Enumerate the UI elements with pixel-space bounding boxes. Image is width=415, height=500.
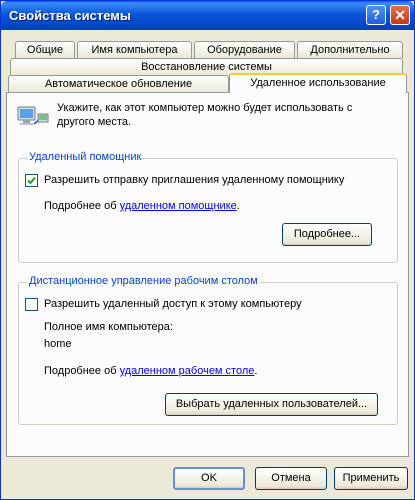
tab-general[interactable]: Общие — [15, 41, 75, 58]
remote-assistance-checkbox-label[interactable]: Разрешить отправку приглашения удаленном… — [44, 174, 344, 186]
remote-assistance-advanced-button[interactable]: Подробнее... — [282, 223, 372, 246]
remote-assistance-more-prefix: Подробнее об — [44, 200, 120, 212]
ok-button[interactable]: OK — [173, 467, 245, 490]
tab-computer-name[interactable]: Имя компьютера — [77, 41, 192, 58]
remote-computer-icon — [17, 104, 49, 132]
remote-desktop-checkbox[interactable] — [25, 298, 38, 311]
intro-text-line2: другого места. — [57, 116, 132, 128]
remote-desktop-legend: Дистанционное управление рабочим столом — [27, 275, 260, 287]
computer-name-value: home — [44, 338, 72, 350]
close-button[interactable]: ✕ — [390, 5, 410, 25]
tab-panel-remote: Укажите, как этот компьютер можно будет … — [6, 92, 409, 457]
remote-desktop-more-prefix: Подробнее об — [44, 365, 120, 377]
help-button[interactable]: ? — [366, 5, 386, 25]
remote-desktop-link[interactable]: удаленном рабочем столе — [120, 365, 255, 377]
tab-hardware[interactable]: Оборудование — [194, 41, 295, 58]
remote-assistance-more-line: Подробнее об удаленном помощнике. — [44, 200, 240, 212]
cancel-button[interactable]: Отмена — [255, 467, 327, 490]
remote-assistance-checkbox[interactable] — [25, 174, 38, 187]
select-remote-users-button[interactable]: Выбрать удаленных пользователей... — [165, 393, 378, 416]
computer-name-label: Полное имя компьютера: — [44, 321, 173, 333]
remote-desktop-group: Дистанционное управление рабочим столом … — [18, 275, 398, 425]
tab-automatic-updates[interactable]: Автоматическое обновление — [8, 75, 229, 92]
remote-desktop-more-line: Подробнее об удаленном рабочем столе. — [44, 365, 257, 377]
remote-desktop-more-suffix: . — [254, 365, 258, 377]
system-properties-window: Свойства системы ? ✕ Общие Имя компьютер… — [0, 0, 415, 500]
remote-assistance-more-suffix: . — [236, 200, 240, 212]
intro-text-line1: Укажите, как этот компьютер можно будет … — [57, 102, 353, 114]
title-bar[interactable]: Свойства системы ? ✕ — [1, 1, 414, 30]
apply-button[interactable]: Применить — [334, 467, 408, 490]
remote-assistance-group: Удаленный помощник Разрешить отправку пр… — [18, 151, 398, 263]
remote-assistance-legend: Удаленный помощник — [27, 151, 144, 163]
window-title: Свойства системы — [9, 8, 131, 23]
remote-desktop-checkbox-label[interactable]: Разрешить удаленный доступ к этому компь… — [44, 298, 302, 310]
remote-assistance-link[interactable]: удаленном помощнике — [120, 200, 237, 212]
tab-advanced[interactable]: Дополнительно — [297, 41, 403, 58]
tab-remote[interactable]: Удаленное использование — [229, 73, 407, 93]
